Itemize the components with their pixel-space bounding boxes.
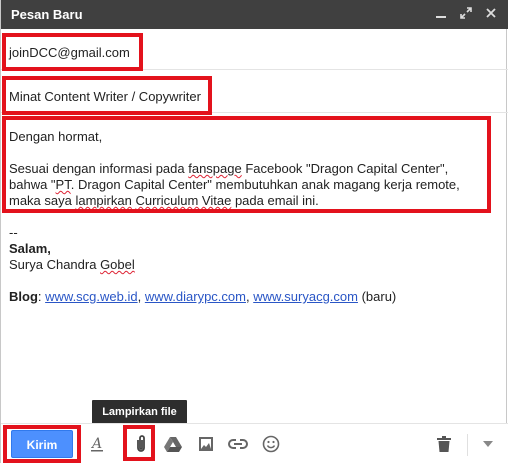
compose-titlebar: Pesan Baru (1, 0, 508, 29)
insert-emoji-icon[interactable] (259, 432, 283, 456)
more-options-icon[interactable] (476, 432, 500, 456)
blog-link-diarypc[interactable]: www.diarypc.com (145, 289, 246, 304)
highlight-paragraph (2, 116, 491, 213)
minimize-icon[interactable] (432, 5, 450, 23)
compose-title: Pesan Baru (11, 7, 83, 22)
highlight-subject (2, 76, 212, 115)
highlight-send (3, 425, 81, 463)
expand-icon[interactable] (457, 5, 475, 23)
signature-dashes: -- (9, 225, 18, 240)
trash-icon[interactable] (432, 432, 456, 456)
svg-text:A: A (90, 436, 102, 452)
close-icon[interactable] (482, 5, 500, 23)
compose-window: Pesan Baru joinDCC@gmail.com Minat Conte… (0, 0, 508, 463)
insert-photo-icon[interactable] (194, 432, 218, 456)
blog-link-scg[interactable]: www.scg.web.id (45, 289, 137, 304)
blog-line: Blog: www.scg.web.id, www.diarypc.com, w… (9, 289, 397, 304)
format-text-icon[interactable]: A (85, 432, 109, 456)
insert-link-icon[interactable] (226, 432, 250, 456)
blog-label: Blog (9, 289, 38, 304)
blog-link-suryacg[interactable]: www.suryacg.com (253, 289, 358, 304)
google-drive-icon[interactable] (161, 432, 185, 456)
signature-name: Surya Chandra Gobel (9, 257, 135, 272)
signature-closing: Salam, (9, 241, 51, 256)
highlight-recipient (2, 33, 143, 71)
toolbar-divider (467, 434, 468, 456)
highlight-attach (123, 425, 155, 461)
attach-tooltip: Lampirkan file (92, 400, 187, 430)
